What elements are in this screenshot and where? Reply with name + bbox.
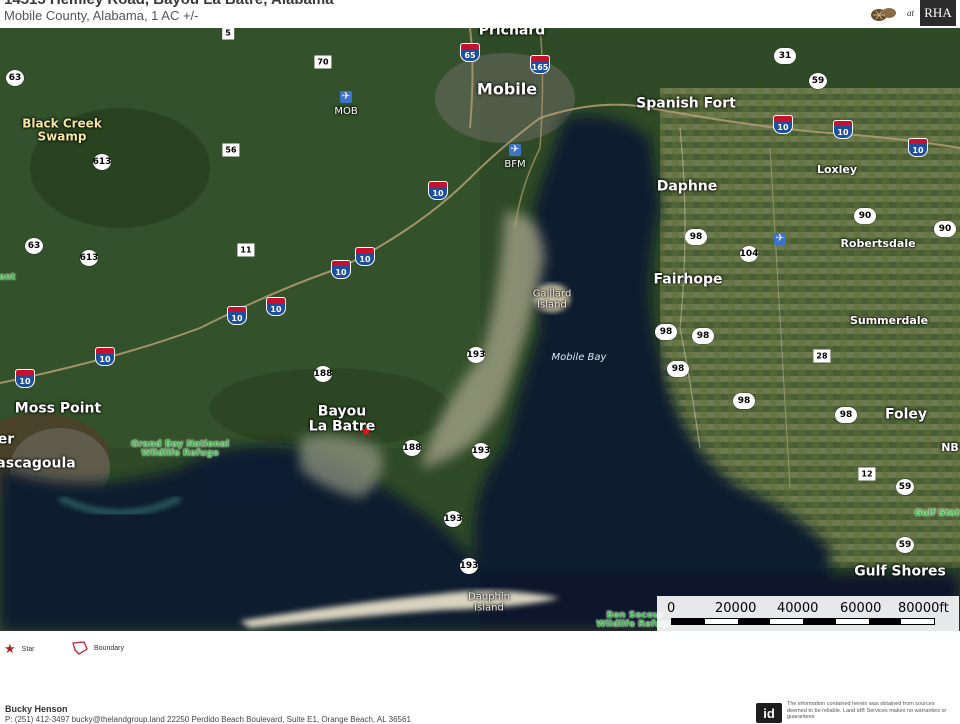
partial-green-label: ent bbox=[0, 272, 16, 283]
interstate-shield: 10 bbox=[355, 247, 375, 266]
city-label-partial: er bbox=[0, 431, 15, 448]
map-imagery bbox=[0, 28, 960, 631]
route-shield: 613 bbox=[80, 250, 98, 266]
agent-name: Bucky Henson bbox=[5, 704, 68, 714]
city-label-summerdale: Summerdale bbox=[849, 314, 929, 328]
legend-star: ★ Star bbox=[4, 641, 35, 657]
interstate-shield: 65 bbox=[460, 43, 480, 62]
route-shield: 193 bbox=[444, 511, 462, 527]
route-shield: 56 bbox=[222, 143, 240, 157]
interstate-shield: 165 bbox=[530, 55, 550, 74]
interstate-shield: 10 bbox=[773, 115, 793, 134]
grand-bay-refuge-label: Grand Bay National Wildlife Refuge bbox=[130, 439, 230, 459]
route-shield: 613 bbox=[93, 154, 111, 170]
airport-label-mob: MOB bbox=[334, 105, 358, 117]
dauphin-island-label: Dauphin Island bbox=[468, 591, 510, 613]
black-creek-swamp-label: Black Creek Swamp bbox=[22, 116, 102, 143]
route-shield: 90 bbox=[934, 221, 956, 237]
route-shield: 98 bbox=[733, 393, 755, 409]
airport-label-bfm: BFM bbox=[504, 158, 526, 170]
airport-icon: ✈ bbox=[509, 144, 521, 156]
interstate-shield: 10 bbox=[266, 297, 286, 316]
city-label-foley: Foley bbox=[884, 406, 928, 423]
city-label-spanish-fort: Spanish Fort bbox=[636, 95, 736, 112]
route-shield: 90 bbox=[854, 208, 876, 224]
interstate-shield: 10 bbox=[428, 181, 448, 200]
map-header: 14515 Hemley Road, Bayou La Batre, Alaba… bbox=[0, 0, 960, 28]
route-shield: 98 bbox=[667, 361, 689, 377]
route-shield: 63 bbox=[6, 70, 24, 86]
city-label-moss-point: Moss Point bbox=[14, 400, 102, 417]
legend-boundary-label: Boundary bbox=[94, 644, 124, 652]
route-shield: 104 bbox=[740, 246, 758, 262]
interstate-shield: 10 bbox=[331, 260, 351, 279]
city-label-gulf-shores: Gulf Shores bbox=[854, 563, 946, 580]
route-shield: 59 bbox=[809, 73, 827, 89]
scale-label: 0 bbox=[667, 601, 676, 616]
legend-boundary: Boundary bbox=[72, 641, 124, 655]
logo-at-text: at bbox=[906, 8, 914, 18]
legend-star-label: Star bbox=[21, 645, 35, 653]
land-id-logo: id bbox=[756, 703, 782, 723]
city-label-fairhope: Fairhope bbox=[653, 271, 723, 288]
mobile-bay-label: Mobile Bay bbox=[551, 351, 607, 363]
map-legend: ★ Star Boundary bbox=[0, 631, 960, 671]
route-shield: 31 bbox=[774, 48, 796, 64]
interstate-shield: 10 bbox=[95, 347, 115, 366]
route-shield: 28 bbox=[813, 349, 831, 363]
property-title: 14515 Hemley Road, Bayou La Batre, Alaba… bbox=[4, 0, 334, 8]
route-shield: 193 bbox=[472, 443, 490, 459]
city-label-mobile: Mobile bbox=[476, 79, 538, 99]
page-footer: Bucky Henson P: (251) 412-3497 bucky@the… bbox=[0, 671, 960, 724]
city-label-pascagoula: ascagoula bbox=[0, 455, 76, 472]
scale-label: 40000 bbox=[777, 601, 819, 616]
scale-bar-graphic bbox=[671, 618, 935, 625]
interstate-shield: 10 bbox=[15, 369, 35, 388]
city-label-prichard: Prichard bbox=[478, 28, 546, 39]
airport-icon: ✈ bbox=[340, 91, 352, 103]
route-shield: 59 bbox=[896, 479, 914, 495]
scale-label: 20000 bbox=[715, 601, 757, 616]
city-label-nb: NB bbox=[941, 441, 959, 455]
boundary-icon bbox=[72, 641, 88, 655]
brand-logos: at RHA bbox=[866, 0, 956, 26]
route-shield: 188 bbox=[314, 366, 332, 382]
scale-label: 80000ft bbox=[898, 601, 949, 616]
rha-logo: RHA bbox=[920, 0, 956, 26]
route-shield: 98 bbox=[685, 229, 707, 245]
route-shield: 63 bbox=[25, 238, 43, 254]
city-label-robertsdale: Robertsdale bbox=[840, 237, 916, 251]
pinecone-logo bbox=[866, 1, 901, 25]
scale-label: 60000 bbox=[840, 601, 882, 616]
route-shield: 98 bbox=[835, 407, 857, 423]
city-label-loxley: Loxley bbox=[816, 163, 858, 177]
gaillard-island-label: Gaillard Island bbox=[532, 288, 572, 310]
gulf-state-park-label: Gulf Stat bbox=[914, 508, 960, 519]
route-shield: 193 bbox=[460, 558, 478, 574]
interstate-shield: 10 bbox=[833, 120, 853, 139]
route-shield: 193 bbox=[467, 347, 485, 363]
route-shield: 11 bbox=[237, 243, 255, 257]
property-star-marker[interactable]: ★ bbox=[360, 424, 373, 438]
interstate-shield: 10 bbox=[908, 138, 928, 157]
property-subtitle: Mobile County, Alabama, 1 AC +/- bbox=[4, 8, 199, 23]
star-icon: ★ bbox=[4, 641, 16, 656]
route-shield: 188 bbox=[403, 440, 421, 456]
satellite-map[interactable]: Mobile Prichard Spanish Fort Daphne Fair… bbox=[0, 28, 960, 631]
airport-icon: ✈ bbox=[774, 233, 786, 245]
city-label-daphne: Daphne bbox=[656, 178, 718, 195]
route-shield: 98 bbox=[692, 328, 714, 344]
route-shield: 98 bbox=[655, 324, 677, 340]
scale-bar: 0 20000 40000 60000 80000ft bbox=[657, 596, 959, 631]
route-shield: 12 bbox=[858, 467, 876, 481]
route-shield: 59 bbox=[896, 537, 914, 553]
route-shield: 5 bbox=[222, 28, 234, 40]
route-shield: 70 bbox=[314, 55, 332, 69]
interstate-shield: 10 bbox=[227, 306, 247, 325]
disclaimer-text: The information contained herein was obt… bbox=[787, 701, 947, 721]
